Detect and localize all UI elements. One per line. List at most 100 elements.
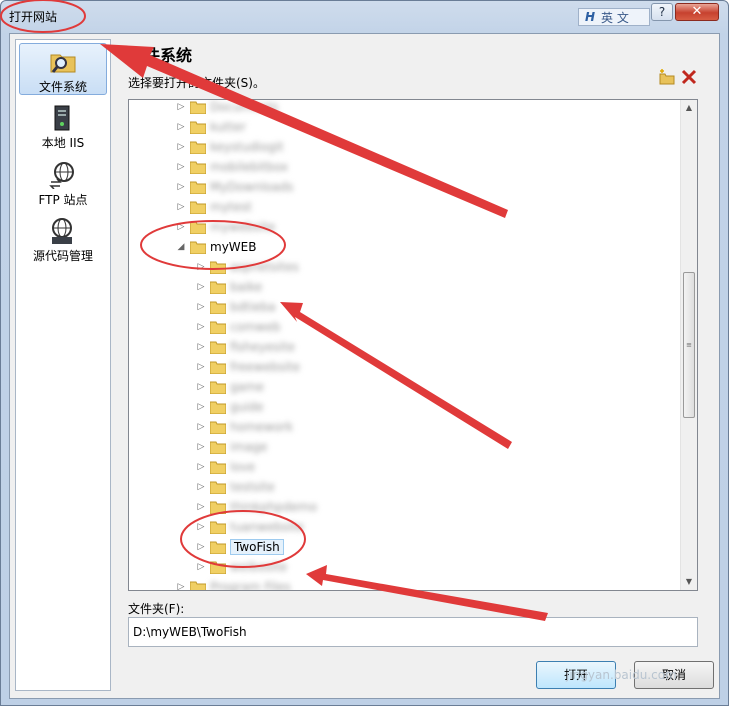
collapsed-arrow-icon[interactable]: ▷ (195, 502, 207, 512)
tree-item[interactable]: ▷ mobilebitbox (175, 157, 289, 177)
folder-icon (210, 341, 226, 354)
collapsed-arrow-icon[interactable]: ▷ (195, 342, 207, 352)
tree-item-label: image (230, 440, 268, 454)
tree-item[interactable]: ▷ freewebsite (195, 357, 301, 377)
tree-item[interactable]: ▷ TwoFish (195, 537, 284, 557)
scroll-up-arrow-icon[interactable]: ▲ (681, 100, 697, 116)
collapsed-arrow-icon[interactable]: ▷ (175, 222, 187, 232)
tree-item[interactable]: ▷ weibosite (195, 557, 288, 577)
tree-item-label: testsite (230, 480, 275, 494)
tree-item[interactable]: ▷ aspnetsites (195, 257, 299, 277)
dialog-client: 文件系统 本地 IIS FTP 站点 源代码管理 文件系统 选择要打开的文件夹(… (9, 33, 720, 699)
folder-icon (210, 461, 226, 474)
panel-title: 文件系统 (128, 46, 193, 65)
collapsed-arrow-icon[interactable]: ▷ (195, 382, 207, 392)
tree-item[interactable]: ▷ love (195, 457, 256, 477)
nav-item-local-iis[interactable]: 本地 IIS (19, 100, 107, 152)
folder-field-label: 文件夹(F): (128, 602, 185, 616)
tree-item[interactable]: ▷ baike (195, 277, 263, 297)
collapsed-arrow-icon[interactable]: ▷ (175, 122, 187, 132)
tree-item[interactable]: ▷ Documents (175, 100, 279, 117)
ime-language-label: 英 文 (601, 10, 629, 25)
collapsed-arrow-icon[interactable]: ▷ (175, 582, 187, 590)
tree-item-label: baike (230, 280, 263, 294)
tree-item[interactable]: ▷ MyDownloads (175, 177, 294, 197)
tree-item-label: guide (230, 400, 264, 414)
tree-item[interactable]: ▷ mytest (175, 197, 252, 217)
ime-indicator[interactable]: ᕼ 英 文 (578, 8, 650, 26)
folder-search-icon (50, 54, 76, 73)
nav-item-ftp-site[interactable]: FTP 站点 (19, 157, 107, 209)
nav-label: 源代码管理 (32, 249, 93, 263)
tree-item-label: aspnetsites (230, 260, 299, 274)
tree-item-label: bdtieba (230, 300, 276, 314)
nav-label: FTP 站点 (38, 193, 88, 207)
collapsed-arrow-icon[interactable]: ▷ (175, 202, 187, 212)
tree-item[interactable]: ▷ kutter (175, 117, 246, 137)
tree-item[interactable]: ▷ homework (195, 417, 294, 437)
tree-item[interactable]: ▷ testsite (195, 477, 275, 497)
folder-icon (210, 421, 226, 434)
collapsed-arrow-icon[interactable]: ▷ (175, 142, 187, 152)
globe-transfer-icon (49, 162, 74, 189)
collapsed-arrow-icon[interactable]: ▷ (195, 302, 207, 312)
folder-tree[interactable]: ▷ Documents ▷ kutter ▷ keystudiogit ▷ mobilebit… (128, 99, 698, 591)
nav-item-file-system[interactable]: 文件系统 (19, 43, 107, 95)
tree-scrollbar[interactable]: ▲ ≡ ▼ (680, 100, 697, 590)
tree-item[interactable]: ▷ tuanwebsite (195, 517, 304, 537)
help-button[interactable]: ? (651, 3, 673, 21)
tree-item[interactable]: ▷ bdtieba (195, 297, 276, 317)
dialog-window: 打开网站 ᕼ 英 文 ? ✕ 文件系统 本地 IIS FTP 站点 源代码管理 … (0, 0, 729, 706)
tree-item[interactable]: ▷ image (195, 437, 268, 457)
scroll-thumb[interactable]: ≡ (683, 272, 695, 418)
expanded-arrow-icon[interactable]: ◢ (175, 242, 187, 252)
nav-item-source-control[interactable]: 源代码管理 (19, 213, 107, 265)
tree-item-label: Program Files (210, 580, 291, 591)
folder-path-input[interactable] (128, 617, 698, 647)
collapsed-arrow-icon[interactable]: ▷ (175, 162, 187, 172)
scroll-down-arrow-icon[interactable]: ▼ (681, 574, 697, 590)
close-button[interactable]: ✕ (675, 3, 719, 21)
folder-icon (190, 181, 206, 194)
collapsed-arrow-icon[interactable]: ▷ (195, 522, 207, 532)
new-folder-icon[interactable] (658, 68, 676, 86)
folder-icon (210, 281, 226, 294)
delete-icon[interactable] (680, 68, 698, 86)
collapsed-arrow-icon[interactable]: ▷ (195, 422, 207, 432)
tree-item[interactable]: ◢ myWEB (175, 237, 257, 257)
collapsed-arrow-icon[interactable]: ▷ (195, 562, 207, 572)
collapsed-arrow-icon[interactable]: ▷ (195, 462, 207, 472)
tree-item[interactable]: ▷ Program Files (175, 577, 291, 591)
collapsed-arrow-icon[interactable]: ▷ (195, 262, 207, 272)
collapsed-arrow-icon[interactable]: ▷ (175, 182, 187, 192)
collapsed-arrow-icon[interactable]: ▷ (195, 322, 207, 332)
tree-item-label: tuanwebsite (230, 520, 304, 534)
tree-item[interactable]: ▷ keystudiogit (175, 137, 284, 157)
folder-icon (210, 261, 226, 274)
collapsed-arrow-icon[interactable]: ▷ (195, 482, 207, 492)
folder-icon (210, 301, 226, 314)
collapsed-arrow-icon[interactable]: ▷ (195, 442, 207, 452)
folder-icon (210, 561, 226, 574)
title-bar[interactable]: 打开网站 ᕼ 英 文 ? ✕ (1, 1, 728, 33)
folder-icon (210, 481, 226, 494)
tree-item[interactable]: ▷ comweb (195, 317, 281, 337)
collapsed-arrow-icon[interactable]: ▷ (195, 402, 207, 412)
tree-item[interactable]: ▷ thinkphpdemo (195, 497, 318, 517)
folder-icon (210, 361, 226, 374)
collapsed-arrow-icon[interactable]: ▷ (195, 362, 207, 372)
collapsed-arrow-icon[interactable]: ▷ (175, 102, 187, 112)
tree-item[interactable]: ▷ game (195, 377, 265, 397)
tree-item[interactable]: ▷ mywebsite (175, 217, 276, 237)
tree-item[interactable]: ▷ guide (195, 397, 264, 417)
tree-item[interactable]: ▷ fisheyesite (195, 337, 295, 357)
folder-icon (190, 221, 206, 234)
tree-item-label: homework (230, 420, 294, 434)
collapsed-arrow-icon[interactable]: ▷ (195, 282, 207, 292)
collapsed-arrow-icon[interactable]: ▷ (195, 542, 207, 552)
folder-icon (210, 321, 226, 334)
tree-item-label: myWEB (210, 240, 257, 254)
tree-item-label: MyDownloads (210, 180, 294, 194)
server-icon (54, 105, 70, 131)
nav-label: 文件系统 (38, 80, 87, 94)
